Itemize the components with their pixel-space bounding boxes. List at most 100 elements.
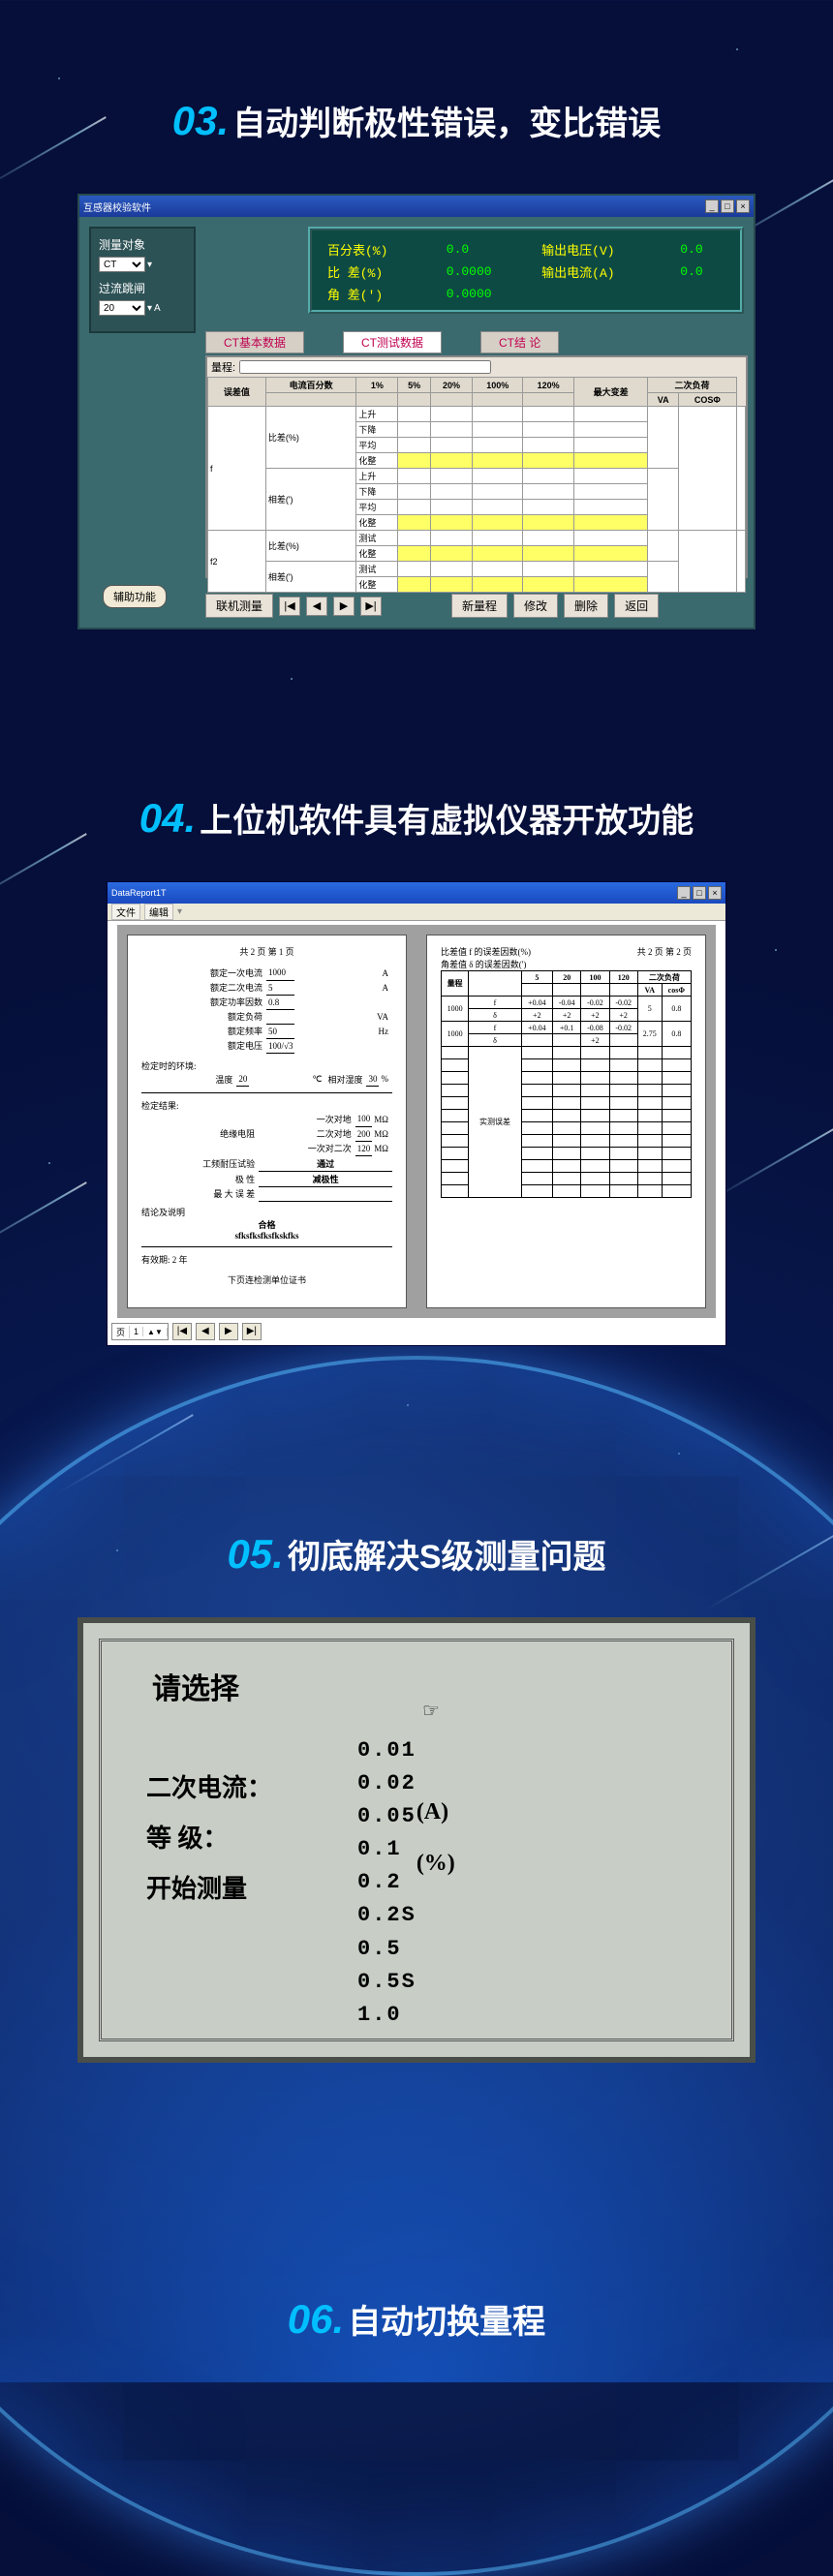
report-page-1: 共 2 页 第 1 页 额定一次电流1000A 额定二次电流5A 额定功率因数0… (127, 935, 407, 1308)
opt-6[interactable]: 0.5 (357, 1933, 416, 1966)
win04-navbar: 页1▲▼ |◀ ◀ ▶ ▶| (111, 1322, 262, 1341)
unit-A: (A) (416, 1787, 523, 1838)
heading-06: 06.自动切换量程 (0, 2295, 833, 2343)
aux-button[interactable]: 辅助功能 (103, 585, 167, 608)
close-button[interactable]: × (736, 199, 750, 213)
gh-secload: 二次负荷 (648, 378, 736, 393)
heading-06-title: 自动切换量程 (348, 2304, 545, 2341)
opt-7[interactable]: 0.5S (357, 1966, 416, 1999)
gh-120: 120% (523, 378, 573, 393)
page2-grid: 量程 520100120 二次负荷 VAcosΦ 1000f+0.04-0.04… (441, 970, 692, 1198)
nav-last-button[interactable]: ▶| (242, 1323, 262, 1340)
meter-current-value: 0.0 (672, 261, 732, 283)
meter-current-label: 输出电流(A) (534, 261, 672, 283)
window-03-calibration: 互感器校验软件 _ □ × 测量对象 CT▾ 过流跳闸 20▾A 辅助功能 百分… (77, 194, 756, 629)
heading-05: 05.彻底解决S级测量问题 (0, 1530, 833, 1578)
meter-percent-label: 百分表(%) (320, 238, 439, 261)
grp4-metric: 相差(') (265, 562, 355, 593)
page1-fields: 额定一次电流1000A 额定二次电流5A 额定功率因数0.8 额定负荷VA 额定… (141, 966, 392, 1054)
grp1-name: f (208, 407, 266, 531)
heading-04-num: 04. (139, 795, 196, 841)
p2-title2: 角差值 δ 的误差因数(') (441, 958, 531, 970)
meter-panel: 百分表(%)0.0输出电压(V)0.0 比 差(%)0.0000输出电流(A)0… (308, 227, 744, 314)
result-label: 检定结果: (141, 1099, 392, 1112)
range-input[interactable] (239, 360, 491, 374)
overcurrent-unit: A (154, 303, 161, 314)
meter-angle-value: 0.0000 (439, 283, 534, 305)
heading-03: 03.自动判断极性错误，变比错误 (0, 97, 833, 144)
newrange-button[interactable]: 新量程 (451, 594, 508, 618)
opt-1[interactable]: 0.02 (357, 1767, 416, 1800)
win03-buttons: 联机测量 |◀ ◀ ▶ ▶| 新量程 修改 删除 返回 (205, 594, 659, 618)
win04-titlebar: DataReport1T _ □ × (108, 882, 725, 904)
menu-edit[interactable]: 编辑 (144, 904, 173, 920)
zoom-control[interactable]: 页1▲▼ (111, 1323, 169, 1340)
overcurrent-select[interactable]: 20 (99, 300, 145, 316)
gh-va: VA (648, 393, 678, 407)
nav-first-icon[interactable]: |◀ (279, 597, 300, 616)
tab-basic[interactable]: CT基本数据 (205, 331, 304, 353)
delete-button[interactable]: 删除 (564, 594, 608, 618)
win04-title: DataReport1T (111, 888, 167, 898)
meter-voltage-value: 0.0 (672, 238, 732, 261)
close-button[interactable]: × (708, 886, 722, 900)
gh-1: 1% (356, 378, 398, 393)
tab-test[interactable]: CT测试数据 (343, 331, 442, 353)
heading-03-title: 自动判断极性错误，变比错误 (232, 106, 661, 142)
nav-first-button[interactable]: |◀ (172, 1323, 192, 1340)
nav-prev-icon[interactable]: ◀ (306, 597, 327, 616)
maximize-button[interactable]: □ (721, 199, 734, 213)
sec-current-label: 二次电流： (146, 1763, 357, 1814)
win03-titlebar: 互感器校验软件 _ □ × (79, 196, 754, 217)
meter-angle-label: 角 差(') (320, 283, 439, 305)
return-button[interactable]: 返回 (614, 594, 659, 618)
remark-value: 合格 sfksfksfksfkskfks (141, 1218, 392, 1241)
gh-5: 5% (398, 378, 431, 393)
opt-0[interactable]: 0.01 (357, 1734, 416, 1767)
gh-cos: COSΦ (678, 393, 736, 407)
gh-maxdev: 最大变差 (573, 378, 648, 407)
maximize-button[interactable]: □ (693, 886, 706, 900)
measure-object-select[interactable]: CT (99, 257, 145, 272)
nav-next-button[interactable]: ▶ (219, 1323, 238, 1340)
heading-04-title: 上位机软件具有虚拟仪器开放功能 (200, 803, 694, 840)
measure-object-label: 测量对象 (99, 236, 186, 253)
heading-05-title: 彻底解决S级测量问题 (288, 1539, 606, 1576)
meter-percent-value: 0.0 (439, 238, 534, 261)
nav-prev-button[interactable]: ◀ (196, 1323, 215, 1340)
page1-header: 共 2 页 第 1 页 (141, 945, 392, 958)
win05-labels: 二次电流： 等 级： 开始测量 (125, 1731, 357, 2032)
opt-3[interactable]: 0.1 (357, 1833, 416, 1866)
p2-title1: 比差值 f 的误差因数(%) (441, 945, 531, 958)
tab-conclusion[interactable]: CT结 论 (480, 331, 559, 353)
gh-percent: 电流百分数 (265, 378, 355, 393)
nav-next-icon[interactable]: ▶ (333, 597, 355, 616)
heading-03-num: 03. (172, 98, 229, 143)
gh-error: 误差值 (208, 378, 266, 407)
stamp-note: 下页连检测单位证书 (141, 1273, 392, 1286)
minimize-button[interactable]: _ (705, 199, 719, 213)
start-measure-label[interactable]: 开始测量 (146, 1864, 357, 1915)
menu-file[interactable]: 文件 (111, 904, 140, 920)
nav-last-icon[interactable]: ▶| (360, 597, 382, 616)
win05-values: 0.01 0.02 0.05 0.1 0.2 0.2S 0.5 0.5S 1.0 (357, 1731, 416, 2032)
opt-5[interactable]: 0.2S (357, 1899, 416, 1932)
grade-label: 等 级： (146, 1814, 357, 1864)
grp3-name: f2 (208, 531, 266, 593)
win03-title: 互感器校验软件 (83, 199, 151, 214)
grp2-metric: 相差(') (265, 469, 355, 531)
modify-button[interactable]: 修改 (513, 594, 558, 618)
opt-2[interactable]: 0.05 (357, 1800, 416, 1833)
report-page-2: 比差值 f 的误差因数(%) 角差值 δ 的误差因数(') 共 2 页 第 2 … (426, 935, 706, 1308)
win05-units: (A) (%) (416, 1731, 523, 2032)
overcurrent-label: 过流跳闸 (99, 280, 186, 296)
connect-button[interactable]: 联机测量 (205, 594, 273, 618)
tabs-row: CT基本数据 CT测试数据 CT结 论 (205, 331, 559, 353)
win04-menubar: 文件 编辑 ▾ (108, 904, 725, 921)
range-label: 量程: (211, 359, 235, 375)
opt-8[interactable]: 1.0 (357, 1999, 416, 2032)
p2-empty-label: 实测误差 (469, 1047, 522, 1198)
heading-06-num: 06. (288, 2296, 344, 2342)
minimize-button[interactable]: _ (677, 886, 691, 900)
opt-4[interactable]: 0.2 (357, 1866, 416, 1899)
